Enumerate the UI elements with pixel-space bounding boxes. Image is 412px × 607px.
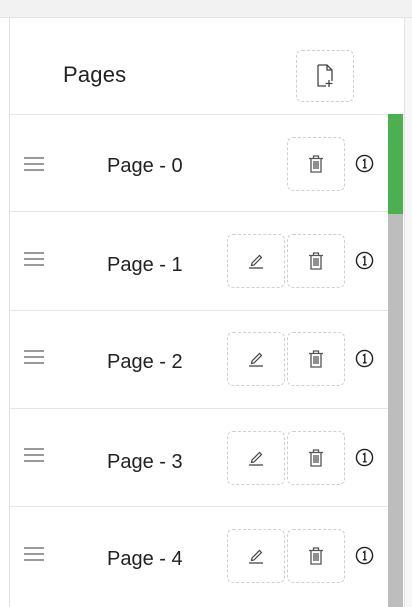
drag-handle-icon[interactable] (24, 252, 44, 266)
drag-handle-icon[interactable] (24, 547, 44, 561)
edit-page-button[interactable] (227, 332, 285, 386)
delete-page-button[interactable] (287, 234, 345, 288)
drag-handle-icon[interactable] (24, 350, 44, 364)
page-row[interactable]: Page - 2 (10, 311, 389, 409)
page-row[interactable]: Page - 4 (10, 507, 389, 606)
edit-pencil-icon (249, 254, 263, 269)
add-page-button[interactable] (296, 50, 354, 102)
top-bar (0, 0, 412, 18)
scrollbar-thumb[interactable] (388, 114, 403, 214)
page-label: Page - 0 (107, 155, 183, 177)
edit-page-button[interactable] (227, 431, 285, 485)
edit-page-button[interactable] (227, 529, 285, 583)
page-row[interactable]: Page - 1 (10, 212, 389, 311)
right-edge-strip (404, 18, 412, 607)
edit-pencil-icon (249, 352, 263, 367)
trash-icon (309, 252, 323, 270)
page-label: Page - 4 (107, 548, 183, 570)
page-label: Page - 2 (107, 351, 183, 373)
page-title: Pages (63, 62, 127, 87)
pages-header: Pages (10, 18, 404, 115)
drag-handle-icon[interactable] (24, 157, 44, 171)
page-row[interactable]: Page - 3 (10, 409, 389, 507)
trash-icon (309, 547, 323, 565)
delete-page-button[interactable] (287, 529, 345, 583)
page-label: Page - 1 (107, 254, 183, 276)
page-row[interactable]: Page - 0 (10, 115, 389, 212)
info-icon[interactable] (355, 448, 374, 467)
trash-icon (309, 350, 323, 368)
edit-pencil-icon (249, 451, 263, 466)
add-page-icon (317, 64, 333, 87)
info-icon[interactable] (355, 546, 374, 565)
edit-page-button[interactable] (227, 234, 285, 288)
delete-page-button[interactable] (287, 431, 345, 485)
info-icon[interactable] (355, 154, 374, 173)
delete-page-button[interactable] (287, 332, 345, 386)
drag-handle-icon[interactable] (24, 448, 44, 462)
info-icon[interactable] (355, 349, 374, 368)
trash-icon (309, 155, 323, 173)
pages-panel: Pages Page - 0 Page - 1 Page - 2 Page - … (9, 18, 405, 607)
delete-page-button[interactable] (287, 137, 345, 191)
edit-pencil-icon (249, 549, 263, 564)
info-icon[interactable] (355, 251, 374, 270)
page-label: Page - 3 (107, 451, 183, 473)
trash-icon (309, 449, 323, 467)
